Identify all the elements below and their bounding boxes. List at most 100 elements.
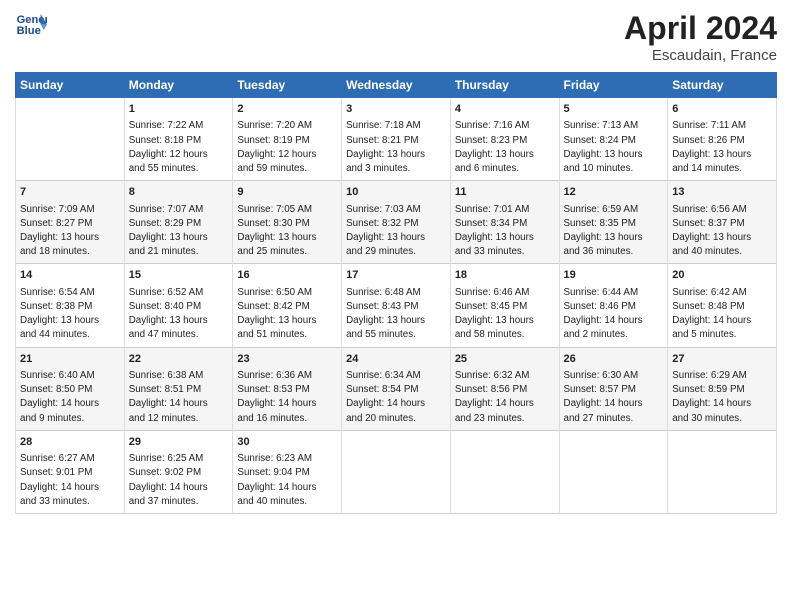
col-tuesday: Tuesday: [233, 73, 342, 98]
cell-2-3: 9Sunrise: 7:05 AMSunset: 8:30 PMDaylight…: [233, 181, 342, 264]
cell-data: Sunrise: 6:50 AMSunset: 8:42 PMDaylight:…: [237, 286, 337, 343]
week-row-3: 14Sunrise: 6:54 AMSunset: 8:38 PMDayligh…: [16, 264, 777, 347]
cell-3-4: 17Sunrise: 6:48 AMSunset: 8:43 PMDayligh…: [342, 264, 451, 347]
day-number: 5: [564, 102, 664, 117]
cell-2-4: 10 Sunrise: 7:03 AMSunset: 8:32 PMDayligh…: [342, 181, 451, 264]
cell-data: Sunrise: 7:18 AMSunset: 8:21 PMDaylight:…: [346, 119, 446, 176]
logo-icon: General Blue: [15, 10, 47, 38]
cell-4-6: 26 Sunrise: 6:30 AMSunset: 8:57 PMDayligh…: [559, 347, 668, 430]
day-number: 10: [346, 185, 446, 200]
cell-data: Sunrise: 6:30 AMSunset: 8:57 PMDaylight:…: [564, 369, 664, 426]
cell-1-4: 3 Sunrise: 7:18 AMSunset: 8:21 PMDaylight…: [342, 98, 451, 181]
day-number: 3: [346, 102, 446, 117]
cell-3-2: 15Sunrise: 6:52 AMSunset: 8:40 PMDayligh…: [124, 264, 233, 347]
cell-data: Sunrise: 7:20 AMSunset: 8:19 PMDaylight:…: [237, 119, 337, 176]
cell-data: Sunrise: 6:32 AMSunset: 8:56 PMDaylight:…: [455, 369, 555, 426]
cell-data: Sunrise: 6:46 AMSunset: 8:45 PMDaylight:…: [455, 286, 555, 343]
cell-data: Sunrise: 7:13 AMSunset: 8:24 PMDaylight:…: [564, 119, 664, 176]
svg-text:Blue: Blue: [17, 25, 41, 37]
cell-5-6: [559, 430, 668, 513]
cell-4-3: 23 Sunrise: 6:36 AMSunset: 8:53 PMDayligh…: [233, 347, 342, 430]
day-number: 24: [346, 352, 446, 367]
cell-data: Sunrise: 6:38 AMSunset: 8:51 PMDaylight:…: [129, 369, 229, 426]
title-block: April 2024 Escaudain, France: [624, 10, 777, 64]
day-number: 6: [672, 102, 772, 117]
cell-data: Sunrise: 6:36 AMSunset: 8:53 PMDaylight:…: [237, 369, 337, 426]
calendar-table: Sunday Monday Tuesday Wednesday Thursday…: [15, 72, 777, 514]
cell-data: Sunrise: 7:11 AMSunset: 8:26 PMDaylight:…: [672, 119, 772, 176]
logo: General Blue: [15, 10, 47, 38]
cell-2-6: 12Sunrise: 6:59 AMSunset: 8:35 PMDayligh…: [559, 181, 668, 264]
day-number: 25: [455, 352, 555, 367]
cell-data: Sunrise: 6:34 AMSunset: 8:54 PMDaylight:…: [346, 369, 446, 426]
day-number: 30: [237, 435, 337, 450]
cell-data: Sunrise: 7:03 AMSunset: 8:32 PMDaylight:…: [346, 203, 446, 260]
cell-2-5: 11Sunrise: 7:01 AMSunset: 8:34 PMDayligh…: [450, 181, 559, 264]
day-number: 13: [672, 185, 772, 200]
cell-2-2: 8 Sunrise: 7:07 AMSunset: 8:29 PMDaylight…: [124, 181, 233, 264]
cell-1-7: 6 Sunrise: 7:11 AMSunset: 8:26 PMDaylight…: [668, 98, 777, 181]
cell-3-6: 19Sunrise: 6:44 AMSunset: 8:46 PMDayligh…: [559, 264, 668, 347]
cell-data: Sunrise: 7:22 AMSunset: 8:18 PMDaylight:…: [129, 119, 229, 176]
day-number: 27: [672, 352, 772, 367]
day-number: 23: [237, 352, 337, 367]
week-row-5: 28 Sunrise: 6:27 AMSunset: 9:01 PMDayligh…: [16, 430, 777, 513]
cell-data: Sunrise: 6:44 AMSunset: 8:46 PMDaylight:…: [564, 286, 664, 343]
cell-data: Sunrise: 6:54 AMSunset: 8:38 PMDaylight:…: [20, 286, 120, 343]
day-number: 21: [20, 352, 120, 367]
cell-1-3: 2 Sunrise: 7:20 AMSunset: 8:19 PMDaylight…: [233, 98, 342, 181]
page-container: General Blue April 2024 Escaudain, Franc…: [0, 0, 792, 524]
cell-2-7: 13 Sunrise: 6:56 AMSunset: 8:37 PMDayligh…: [668, 181, 777, 264]
col-friday: Friday: [559, 73, 668, 98]
cell-1-2: 1 Sunrise: 7:22 AMSunset: 8:18 PMDaylight…: [124, 98, 233, 181]
cell-2-1: 7 Sunrise: 7:09 AMSunset: 8:27 PMDaylight…: [16, 181, 125, 264]
cell-data: Sunrise: 7:01 AMSunset: 8:34 PMDaylight:…: [455, 203, 555, 260]
cell-1-1: [16, 98, 125, 181]
cell-data: Sunrise: 6:42 AMSunset: 8:48 PMDaylight:…: [672, 286, 772, 343]
day-number: 8: [129, 185, 229, 200]
day-number: 2: [237, 102, 337, 117]
day-number: 26: [564, 352, 664, 367]
cell-5-2: 29 Sunrise: 6:25 AMSunset: 9:02 PMDayligh…: [124, 430, 233, 513]
cell-data: Sunrise: 6:27 AMSunset: 9:01 PMDaylight:…: [20, 452, 120, 509]
cell-3-7: 20 Sunrise: 6:42 AMSunset: 8:48 PMDayligh…: [668, 264, 777, 347]
cell-4-7: 27Sunrise: 6:29 AMSunset: 8:59 PMDayligh…: [668, 347, 777, 430]
day-number: 28: [20, 435, 120, 450]
cell-data: Sunrise: 7:09 AMSunset: 8:27 PMDaylight:…: [20, 203, 120, 260]
day-number: 1: [129, 102, 229, 117]
day-number: 9: [237, 185, 337, 200]
day-number: 7: [20, 185, 120, 200]
cell-data: Sunrise: 6:52 AMSunset: 8:40 PMDaylight:…: [129, 286, 229, 343]
col-sunday: Sunday: [16, 73, 125, 98]
day-number: 16: [237, 268, 337, 283]
cell-1-5: 4Sunrise: 7:16 AMSunset: 8:23 PMDaylight…: [450, 98, 559, 181]
cell-5-3: 30Sunrise: 6:23 AMSunset: 9:04 PMDayligh…: [233, 430, 342, 513]
calendar-body: 1 Sunrise: 7:22 AMSunset: 8:18 PMDaylight…: [16, 98, 777, 514]
cell-4-1: 21Sunrise: 6:40 AMSunset: 8:50 PMDayligh…: [16, 347, 125, 430]
cell-1-6: 5 Sunrise: 7:13 AMSunset: 8:24 PMDaylight…: [559, 98, 668, 181]
cell-5-1: 28 Sunrise: 6:27 AMSunset: 9:01 PMDayligh…: [16, 430, 125, 513]
cell-3-3: 16 Sunrise: 6:50 AMSunset: 8:42 PMDayligh…: [233, 264, 342, 347]
col-thursday: Thursday: [450, 73, 559, 98]
cell-5-7: [668, 430, 777, 513]
col-saturday: Saturday: [668, 73, 777, 98]
cell-4-2: 22 Sunrise: 6:38 AMSunset: 8:51 PMDayligh…: [124, 347, 233, 430]
cell-data: Sunrise: 7:07 AMSunset: 8:29 PMDaylight:…: [129, 203, 229, 260]
cell-4-4: 24 Sunrise: 6:34 AMSunset: 8:54 PMDayligh…: [342, 347, 451, 430]
day-number: 20: [672, 268, 772, 283]
day-number: 22: [129, 352, 229, 367]
cell-5-4: [342, 430, 451, 513]
cell-data: Sunrise: 6:48 AMSunset: 8:43 PMDaylight:…: [346, 286, 446, 343]
day-number: 18: [455, 268, 555, 283]
day-number: 4: [455, 102, 555, 117]
col-monday: Monday: [124, 73, 233, 98]
cell-data: Sunrise: 6:56 AMSunset: 8:37 PMDaylight:…: [672, 203, 772, 260]
cell-3-5: 18 Sunrise: 6:46 AMSunset: 8:45 PMDayligh…: [450, 264, 559, 347]
cell-5-5: [450, 430, 559, 513]
day-number: 12: [564, 185, 664, 200]
day-number: 29: [129, 435, 229, 450]
subtitle: Escaudain, France: [624, 47, 777, 64]
header-row: Sunday Monday Tuesday Wednesday Thursday…: [16, 73, 777, 98]
col-wednesday: Wednesday: [342, 73, 451, 98]
cell-data: Sunrise: 6:25 AMSunset: 9:02 PMDaylight:…: [129, 452, 229, 509]
